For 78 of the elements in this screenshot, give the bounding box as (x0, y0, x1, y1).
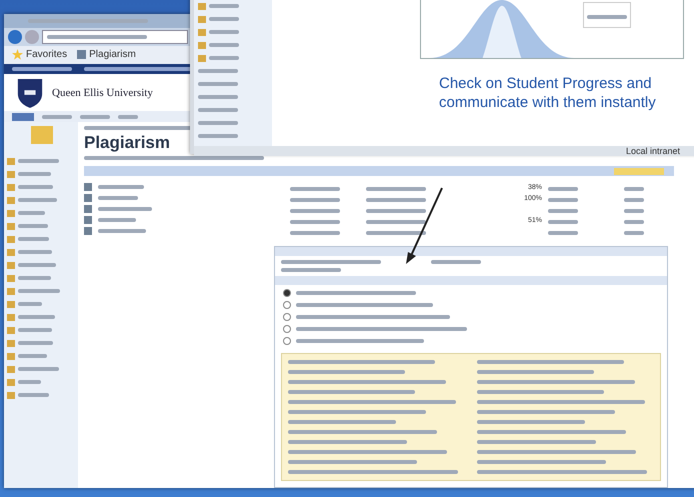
blurred-text-line (98, 218, 136, 222)
caption: Check on Student Progress and communicate with them instantly (439, 75, 657, 112)
page-icon (77, 50, 86, 60)
blurred-text-line (18, 211, 46, 215)
blurred-text-line (98, 196, 138, 200)
blurred-text-line (209, 56, 239, 60)
blurred-text-line (18, 341, 54, 345)
blurred-text-line (18, 159, 59, 163)
radio-button[interactable] (283, 289, 291, 297)
radio-button[interactable] (283, 325, 291, 333)
blurred-text-line (18, 198, 58, 202)
blurred-text-line (624, 187, 644, 191)
blurred-text-line (18, 224, 48, 228)
blurred-text-line (366, 187, 426, 191)
blurred-text-line (431, 260, 481, 264)
blurred-text-line (290, 187, 340, 191)
blurred-text-line (624, 198, 644, 202)
blurred-text-line (548, 198, 578, 202)
site-tab[interactable] (12, 112, 34, 121)
blurred-text-line (18, 172, 51, 176)
page-title: Plagiarism (84, 133, 170, 153)
browser-tab[interactable]: Plagiarism (77, 49, 136, 60)
blurred-text-line (366, 198, 426, 202)
blurred-text-line (198, 134, 238, 138)
blurred-text-line (290, 231, 340, 235)
favorites-button[interactable]: Favorites (12, 49, 68, 60)
blurred-text-line (18, 367, 59, 371)
blurred-text-line (209, 43, 239, 47)
blurred-text-line (18, 250, 52, 254)
blurred-text-line (281, 268, 341, 272)
blurred-text-line (290, 220, 340, 224)
blurred-text-line (366, 231, 426, 235)
blurred-text-line (118, 114, 138, 119)
blurred-text-line (18, 328, 52, 332)
blurred-text-line (80, 114, 110, 119)
blurred-text-line (98, 229, 146, 233)
blurred-text-line (18, 263, 56, 267)
radio-button[interactable] (283, 313, 291, 321)
shield-logo-icon (16, 76, 44, 109)
blurred-text-line (624, 209, 644, 213)
blurred-text-line (18, 289, 60, 293)
blurred-text-line (18, 315, 55, 319)
blurred-text-line (98, 185, 144, 189)
blurred-text-line (18, 237, 50, 241)
back-button[interactable] (8, 30, 22, 44)
address-field[interactable] (42, 30, 188, 44)
blurred-text-line (548, 187, 578, 191)
blurred-text-line (587, 15, 627, 19)
blurred-text-line (209, 4, 239, 8)
blurred-text-line (198, 108, 238, 112)
blurred-text-line (624, 231, 644, 235)
blurred-text-line (209, 30, 239, 34)
blurred-text-line (548, 220, 578, 224)
blurred-text-line (18, 302, 42, 306)
blurred-text-line (209, 17, 239, 21)
blurred-text-line (198, 82, 238, 86)
blurred-text-line (624, 220, 644, 224)
blurred-text-line (18, 276, 51, 280)
blurred-text-line (548, 231, 578, 235)
radio-button[interactable] (283, 337, 291, 345)
folder-icon (31, 126, 53, 144)
star-icon (12, 49, 23, 60)
blurred-text-line (18, 393, 50, 397)
blurred-text-line (18, 185, 54, 189)
blurred-text-line (290, 198, 340, 202)
blurred-text-line (98, 207, 152, 211)
radio-button[interactable] (283, 301, 291, 309)
blurred-text-line (18, 380, 42, 384)
university-name: Queen Ellis University (52, 86, 153, 99)
blurred-text-line (548, 209, 578, 213)
blurred-text-line (18, 354, 47, 358)
blurred-text-line (290, 209, 340, 213)
blurred-text-line (366, 220, 426, 224)
blurred-text-line (198, 95, 238, 99)
blurred-text-line (12, 66, 72, 71)
blurred-text-line (366, 209, 426, 213)
blurred-text-line (42, 114, 72, 119)
zone-status: Local intranet (626, 146, 680, 156)
